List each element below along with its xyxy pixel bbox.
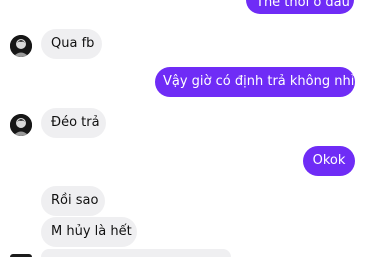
message-bubble-incoming-partial[interactable] [41, 249, 231, 257]
message-bubble-outgoing[interactable]: Okok [303, 146, 355, 176]
contact-avatar-icon[interactable] [10, 35, 32, 57]
chat-thread: Thế thôi ở đâu Qua fb Vậy giờ có định tr… [0, 0, 374, 257]
message-bubble-incoming[interactable]: M hủy là hết [41, 217, 137, 247]
message-bubble-outgoing[interactable]: Thế thôi ở đâu [246, 0, 354, 14]
message-bubble-incoming[interactable]: Qua fb [41, 29, 102, 59]
message-bubble-incoming[interactable]: Đéo trả [41, 108, 106, 138]
message-bubble-incoming[interactable]: Rồi sao [41, 186, 105, 216]
message-bubble-outgoing[interactable]: Vậy giờ có định trả không nhỉ [155, 67, 355, 97]
profile-photo-icon [10, 35, 32, 57]
profile-photo-icon [10, 114, 32, 136]
contact-avatar-icon[interactable] [10, 114, 32, 136]
